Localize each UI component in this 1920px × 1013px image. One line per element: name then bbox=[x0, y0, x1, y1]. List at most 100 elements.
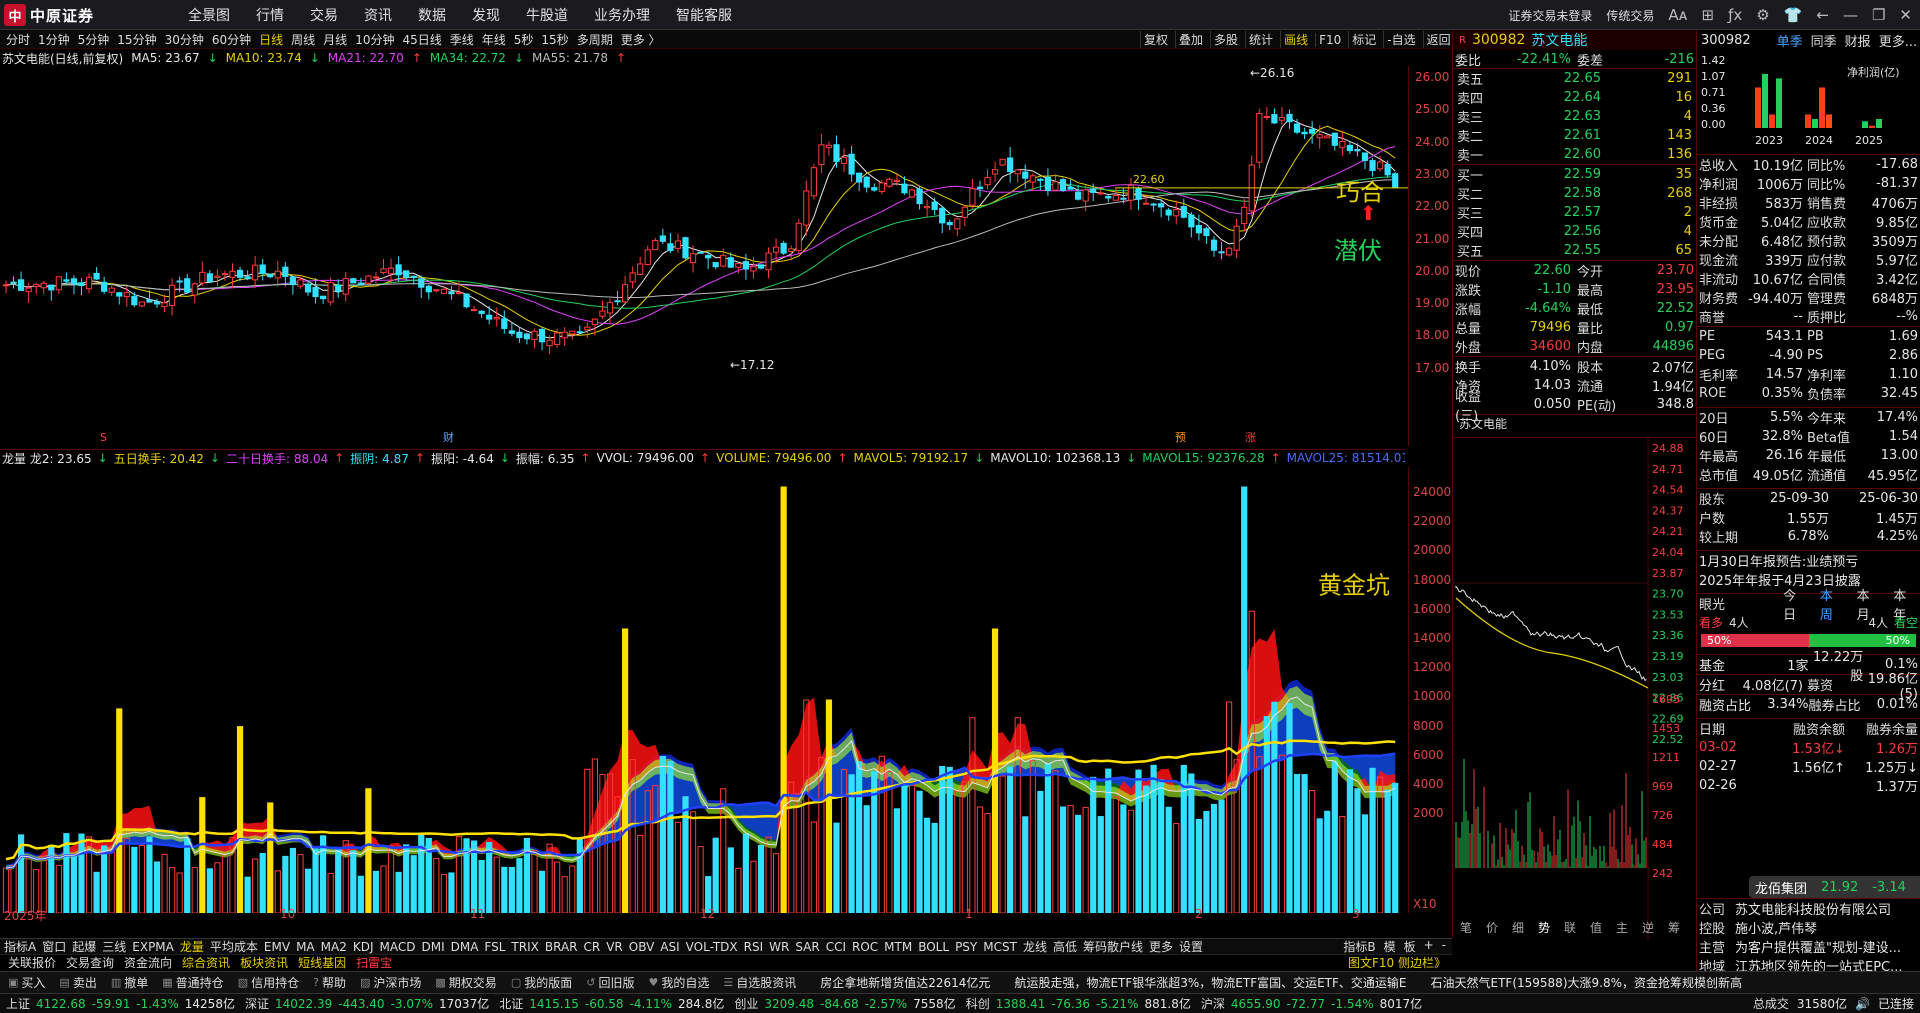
chart-tool-6[interactable]: 标记 bbox=[1348, 31, 1379, 48]
indicator-tab-20[interactable]: ASI bbox=[660, 940, 679, 954]
toolbar-btn-3[interactable]: ▦ 普通持仓 bbox=[162, 974, 223, 991]
book-row[interactable]: 卖二 22.61 143 bbox=[1453, 126, 1696, 145]
index-quote[interactable]: 深证 14022.39 -443.40 -3.07% 17037亿 bbox=[245, 995, 489, 1012]
book-row[interactable]: 买三 22.57 2 bbox=[1453, 203, 1696, 222]
vote-bar-red[interactable]: 50% bbox=[1701, 633, 1809, 647]
book-row[interactable]: 买一 22.59 35 bbox=[1453, 165, 1696, 184]
period-6[interactable]: 日线 bbox=[259, 31, 283, 48]
indicator-tab-17[interactable]: CR bbox=[584, 940, 601, 954]
chart-tool-4[interactable]: 画线 bbox=[1280, 31, 1311, 48]
restore-icon[interactable]: ❐ bbox=[1872, 6, 1885, 24]
chart-tool-3[interactable]: 统计 bbox=[1245, 31, 1276, 48]
index-quote[interactable]: 北证 1415.15 -60.58 -4.11% 284.8亿 bbox=[499, 995, 724, 1012]
indicator-tab-6[interactable]: 平均成本 bbox=[210, 938, 258, 955]
sound-icon[interactable]: 🔊 bbox=[1855, 997, 1870, 1011]
stock-popup[interactable]: 龙佰集团 21.92 -3.14 bbox=[1749, 876, 1920, 898]
candlestick-chart[interactable]: 22.60←26.16←17.12巧合潜伏⬆财预涨S bbox=[0, 66, 1408, 446]
sub-tab-1[interactable]: 交易查询 bbox=[66, 954, 114, 971]
period-16[interactable]: 更多 〉 bbox=[621, 31, 661, 48]
close-icon[interactable]: ✕ bbox=[1899, 6, 1912, 24]
intraday-mini-chart[interactable]: 24.88 24.71 24.54 24.37 24.21 24.04 23.87 23.70… bbox=[1452, 437, 1696, 945]
menu-item-7[interactable]: 业务办理 bbox=[594, 5, 650, 25]
toolbar-btn-10[interactable]: ♥ 我的自选 bbox=[648, 974, 709, 991]
fin-tab-3[interactable]: 更多... bbox=[1879, 31, 1917, 50]
indicator-tab-12[interactable]: DMI bbox=[421, 940, 444, 954]
indicator-tab-32[interactable]: 高低 bbox=[1053, 938, 1077, 955]
period-9[interactable]: 10分钟 bbox=[355, 31, 394, 48]
news-item[interactable]: 房企拿地新增货值达22614亿元 bbox=[820, 974, 990, 991]
toolbar-btn-8[interactable]: ▢ 我的版面 bbox=[511, 974, 572, 991]
settings-icon[interactable]: ⚙ bbox=[1756, 6, 1769, 24]
indicator-tab-2[interactable]: 起爆 bbox=[72, 938, 96, 955]
index-quote[interactable]: 上证 4122.68 -59.91 -1.43% 14258亿 bbox=[6, 995, 235, 1012]
indicator-tab-7[interactable]: EMV bbox=[264, 940, 290, 954]
indicator-tab-22[interactable]: RSI bbox=[744, 940, 764, 954]
indicator-tab-16[interactable]: BRAR bbox=[545, 940, 578, 954]
indicator-tab-33[interactable]: 筹码散户线 bbox=[1083, 938, 1143, 955]
period-10[interactable]: 45日线 bbox=[402, 31, 441, 48]
chart-tool-1[interactable]: 叠加 bbox=[1175, 31, 1206, 48]
toolbar-btn-7[interactable]: ▩ 期权交易 bbox=[435, 974, 496, 991]
sub-tab-6[interactable]: 扫雷宝 bbox=[356, 954, 392, 971]
period-7[interactable]: 周线 bbox=[291, 31, 315, 48]
indicator-tab-26[interactable]: ROC bbox=[852, 940, 878, 954]
indicator-tab-35[interactable]: 设置 bbox=[1179, 938, 1203, 955]
menu-item-1[interactable]: 行情 bbox=[256, 5, 284, 25]
menu-item-3[interactable]: 资讯 bbox=[364, 5, 392, 25]
period-14[interactable]: 15秒 bbox=[541, 31, 568, 48]
indicator-tab-30[interactable]: MCST bbox=[983, 940, 1017, 954]
eyes-tab-0[interactable]: 今日 bbox=[1783, 585, 1808, 623]
book-row[interactable]: 卖四 22.64 16 bbox=[1453, 88, 1696, 107]
period-0[interactable]: 分时 bbox=[6, 31, 30, 48]
indicator-tab-9[interactable]: MA2 bbox=[321, 940, 347, 954]
chart-tool-8[interactable]: 返回 bbox=[1422, 31, 1454, 48]
indicator-tab-3[interactable]: 三线 bbox=[102, 938, 126, 955]
indicator-tab-19[interactable]: OBV bbox=[629, 940, 655, 954]
toolbar-btn-0[interactable]: ▣ 买入 bbox=[8, 974, 45, 991]
indicator-right-2[interactable]: 板 bbox=[1404, 938, 1416, 955]
indicator-tab-10[interactable]: KDJ bbox=[353, 940, 374, 954]
sub-tab-5[interactable]: 短线基因 bbox=[298, 954, 346, 971]
indicator-tab-11[interactable]: MACD bbox=[379, 940, 415, 954]
eyes-tab-1[interactable]: 本周 bbox=[1820, 585, 1845, 623]
index-quote[interactable]: 创业 3209.48 -84.68 -2.57% 7558亿 bbox=[734, 995, 955, 1012]
toolbar-btn-9[interactable]: ↺ 回旧版 bbox=[586, 974, 634, 991]
indicator-tab-4[interactable]: EXPMA bbox=[132, 940, 174, 954]
period-11[interactable]: 季线 bbox=[450, 31, 474, 48]
formula-icon[interactable]: ƒx bbox=[1728, 6, 1742, 24]
period-8[interactable]: 月线 bbox=[323, 31, 347, 48]
chart-tool-7[interactable]: -自选 bbox=[1383, 31, 1418, 48]
indicator-tab-13[interactable]: DMA bbox=[451, 940, 479, 954]
fin-tab-2[interactable]: 财报 bbox=[1845, 31, 1871, 50]
indicator-tab-31[interactable]: 龙线 bbox=[1023, 938, 1047, 955]
minimize-icon[interactable]: — bbox=[1843, 6, 1858, 24]
indicator-tab-1[interactable]: 窗口 bbox=[42, 938, 66, 955]
trade-mode[interactable]: 传统交易 bbox=[1606, 7, 1654, 24]
news-item[interactable]: 航运股走强，物流ETF银华涨超3%，物流ETF富国、交运ETF、交通运输E bbox=[1014, 974, 1406, 991]
indicator-tab-8[interactable]: MA bbox=[296, 940, 315, 954]
indicator-tab-34[interactable]: 更多 bbox=[1149, 938, 1173, 955]
menu-item-6[interactable]: 牛股道 bbox=[526, 5, 568, 25]
book-row[interactable]: 卖一 22.60 136 bbox=[1453, 145, 1696, 164]
period-4[interactable]: 30分钟 bbox=[165, 31, 204, 48]
indicator-right-0[interactable]: 指标B bbox=[1343, 938, 1375, 955]
book-row[interactable]: 卖五 22.65 291 bbox=[1453, 69, 1696, 88]
book-row[interactable]: 买五 22.55 65 bbox=[1453, 241, 1696, 260]
login-status[interactable]: 证券交易未登录 bbox=[1508, 7, 1592, 24]
font-size-icon[interactable]: Aᴀ bbox=[1668, 6, 1687, 24]
toolbar-btn-6[interactable]: ▨ 沪深市场 bbox=[360, 974, 421, 991]
grid-icon[interactable]: ⊞ bbox=[1702, 6, 1715, 24]
index-quote[interactable]: 科创 1388.41 -76.36 -5.21% 881.8亿 bbox=[966, 995, 1191, 1012]
chart-tool-2[interactable]: 多股 bbox=[1210, 31, 1241, 48]
notice-1[interactable]: 1月30日年报预告:业绩预亏 bbox=[1697, 551, 1920, 570]
menu-item-2[interactable]: 交易 bbox=[310, 5, 338, 25]
indicator-tab-29[interactable]: PSY bbox=[955, 940, 977, 954]
toolbar-btn-2[interactable]: ▥ 撤单 bbox=[111, 974, 148, 991]
period-15[interactable]: 多周期 bbox=[577, 31, 613, 48]
sub-tab-4[interactable]: 板块资讯 bbox=[240, 954, 288, 971]
book-row[interactable]: 卖三 22.63 4 bbox=[1453, 107, 1696, 126]
indicator-tab-15[interactable]: TRIX bbox=[511, 940, 538, 954]
toolbar-btn-5[interactable]: ? 帮助 bbox=[313, 974, 346, 991]
fin-tab-0[interactable]: 单季 bbox=[1777, 31, 1803, 50]
skin-icon[interactable]: 👕 bbox=[1784, 6, 1803, 24]
